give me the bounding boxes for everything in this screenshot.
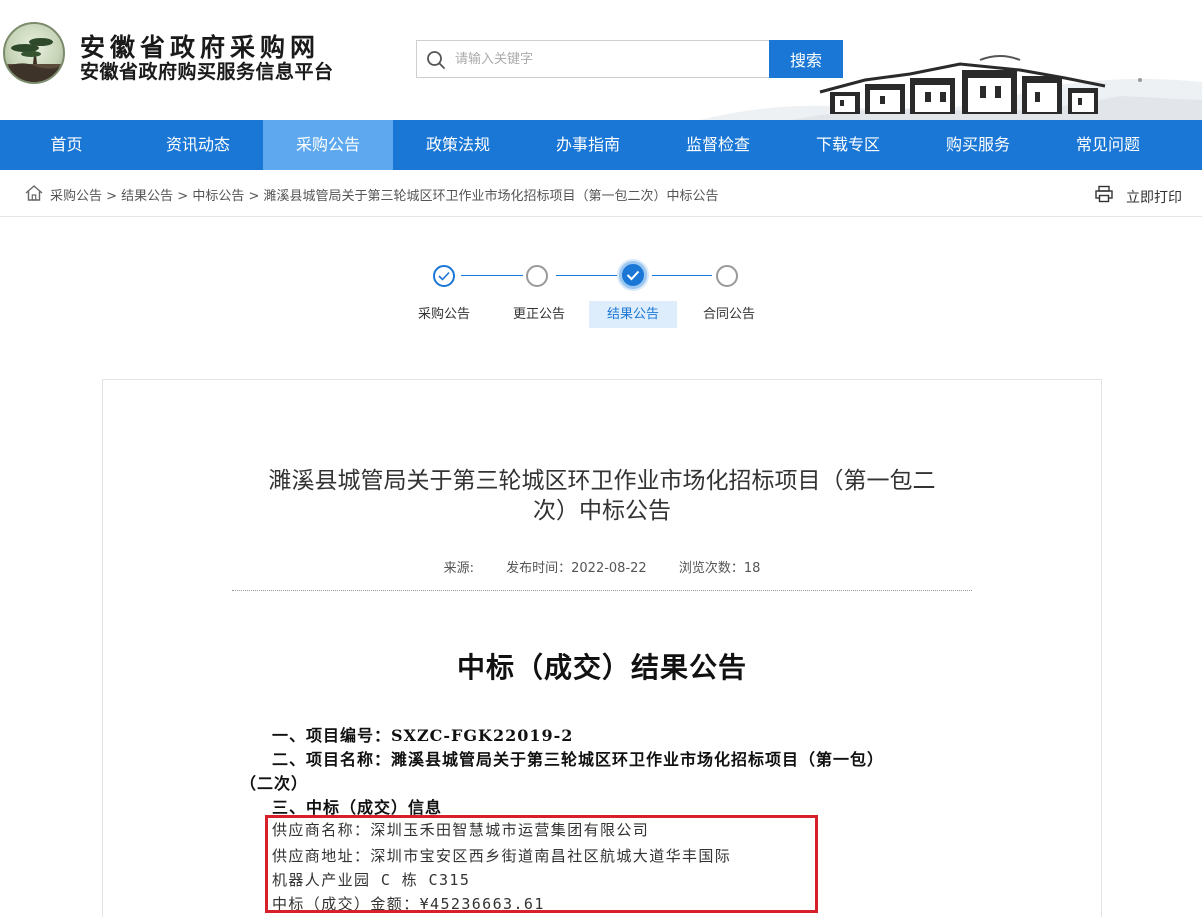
- step-connector: [556, 275, 618, 276]
- project-name-cont: （二次）: [240, 774, 309, 793]
- breadcrumb[interactable]: 采购公告 > 结果公告 > 中标公告 > 濉溪县城管局关于第三轮城区环卫作业市场…: [50, 185, 718, 204]
- pine-tree-logo-icon[interactable]: [3, 22, 65, 84]
- article-meta: 来源: 发布时间：2022-08-22 浏览次数：18: [232, 557, 972, 576]
- nav-item-procurement-notice[interactable]: 采购公告: [263, 120, 393, 170]
- result-heading: 中标（成交）结果公告: [456, 651, 747, 684]
- step-label-procurement[interactable]: 采购公告: [400, 301, 488, 328]
- step-pending-icon[interactable]: [526, 265, 548, 287]
- site-subtitle: 安徽省政府购买服务信息平台: [80, 61, 334, 83]
- nav-item-faq[interactable]: 常见问题: [1043, 120, 1173, 170]
- source-label: 来源:: [443, 561, 474, 576]
- meta-divider: [232, 590, 972, 591]
- nav-item-purchase-service[interactable]: 购买服务: [913, 120, 1043, 170]
- nav-item-news[interactable]: 资讯动态: [133, 120, 263, 170]
- nav-item-supervision[interactable]: 监督检查: [653, 120, 783, 170]
- printer-icon[interactable]: [1095, 185, 1113, 203]
- step-label-result[interactable]: 结果公告: [589, 301, 677, 328]
- annotation-highlight-box: [265, 815, 818, 913]
- project-number: 一、项目编号：SXZC-FGK22019-2: [272, 726, 574, 745]
- step-label-correction[interactable]: 更正公告: [495, 301, 583, 328]
- project-name: 二、项目名称：濉溪县城管局关于第三轮城区环卫作业市场化招标项目（第一包）: [272, 750, 885, 769]
- article-title: 濉溪县城管局关于第三轮城区环卫作业市场化招标项目（第一包二 次）中标公告: [232, 466, 972, 526]
- step-connector: [461, 275, 523, 276]
- check-icon[interactable]: [619, 261, 647, 289]
- nav-item-policy[interactable]: 政策法规: [393, 120, 523, 170]
- publish-date: 发布时间：2022-08-22: [506, 561, 647, 576]
- article-title-line: 濉溪县城管局关于第三轮城区环卫作业市场化招标项目（第一包二: [268, 468, 936, 493]
- site-header: 安徽省政府采购网 安徽省政府购买服务信息平台 搜索: [0, 0, 1202, 120]
- view-count: 浏览次数：18: [678, 561, 761, 576]
- nav-item-downloads[interactable]: 下载专区: [783, 120, 913, 170]
- breadcrumb-bar: 采购公告 > 结果公告 > 中标公告 > 濉溪县城管局关于第三轮城区环卫作业市场…: [0, 170, 1202, 217]
- step-connector: [652, 275, 712, 276]
- check-icon[interactable]: [433, 265, 455, 287]
- article-title-line: 次）中标公告: [533, 498, 671, 523]
- search-icon: [427, 51, 445, 69]
- step-pending-icon[interactable]: [716, 265, 738, 287]
- notice-progress-steps: 采购公告 更正公告 结果公告 合同公告: [400, 260, 800, 330]
- home-icon[interactable]: [25, 185, 43, 201]
- huizhou-architecture-illustration: [700, 55, 1202, 120]
- print-button[interactable]: 立即打印: [1126, 187, 1182, 207]
- nav-item-home[interactable]: 首页: [0, 120, 133, 170]
- step-label-contract[interactable]: 合同公告: [685, 301, 773, 328]
- nav-item-guide[interactable]: 办事指南: [523, 120, 653, 170]
- main-nav: 首页 资讯动态 采购公告 政策法规 办事指南 监督检查 下载专区 购买服务 常见…: [0, 120, 1202, 170]
